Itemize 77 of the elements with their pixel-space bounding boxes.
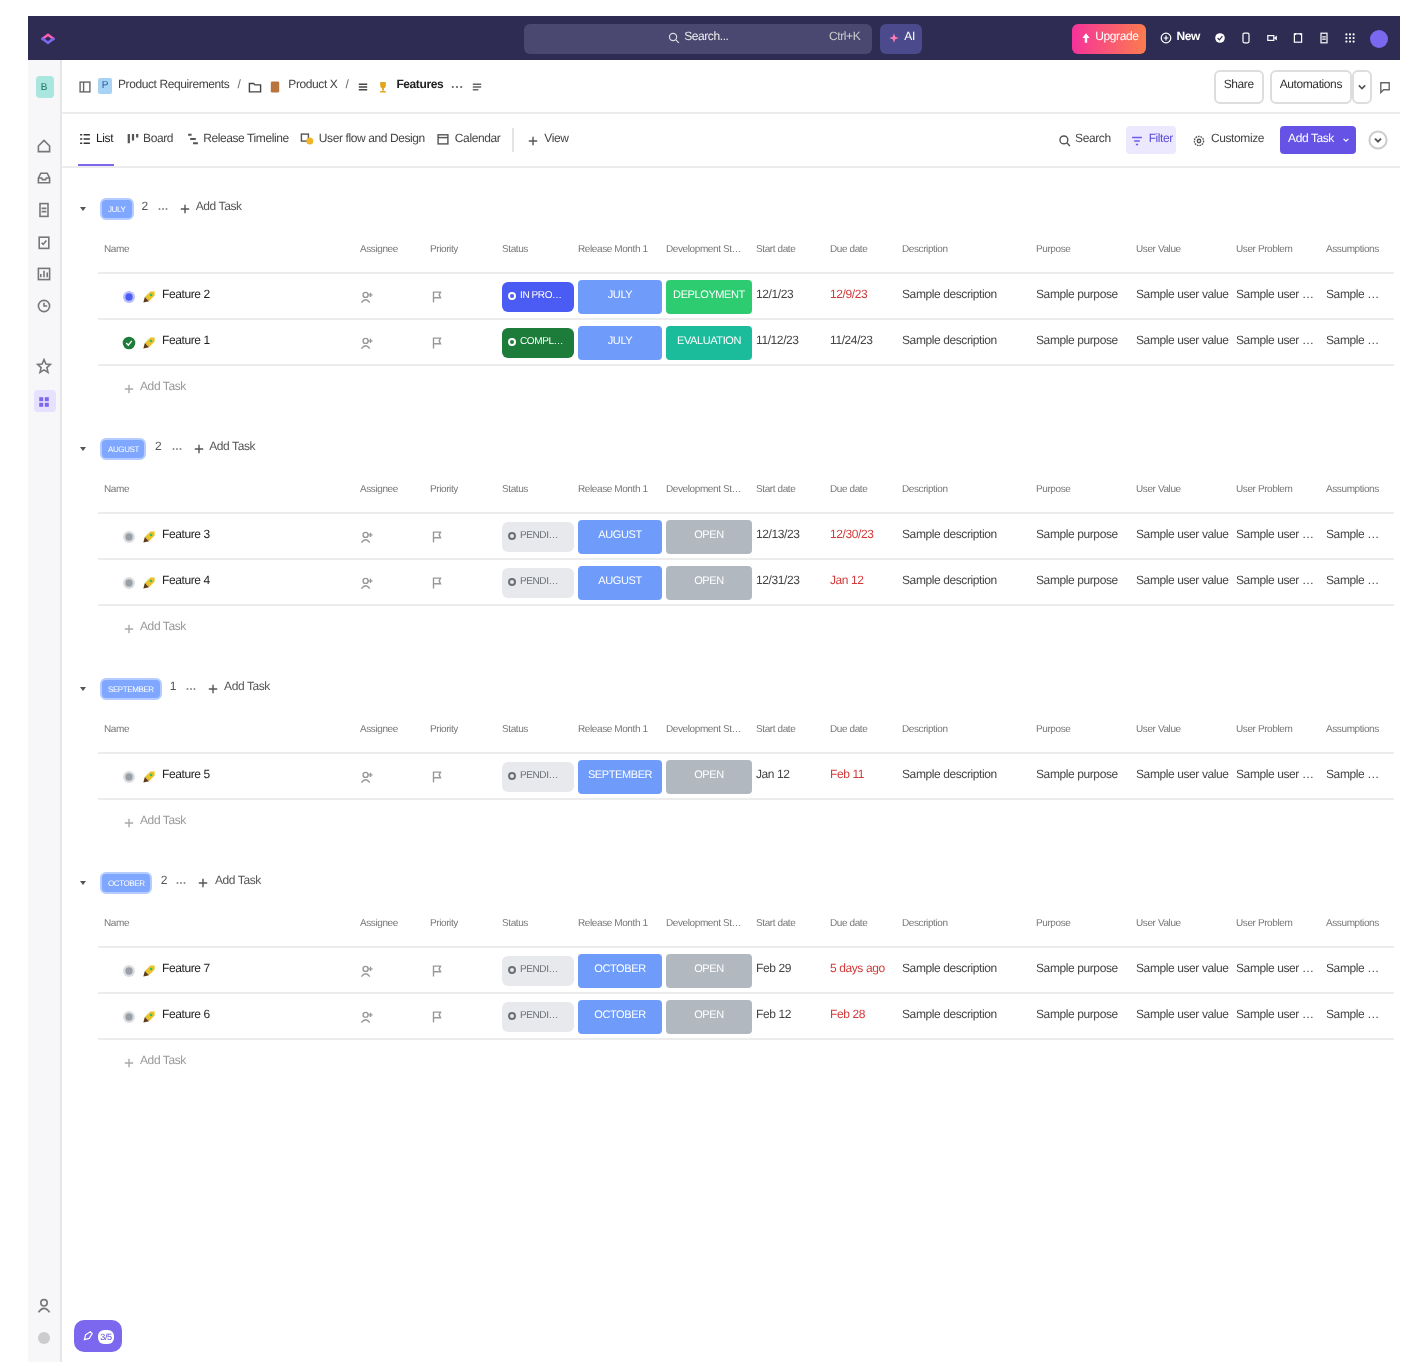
flag-icon[interactable] [430,529,444,543]
add-assignee-icon[interactable] [360,335,374,349]
flag-icon[interactable] [430,575,444,589]
add-assignee-icon[interactable] [360,769,374,783]
search-icon [668,32,681,44]
notepad-icon[interactable] [1318,32,1330,44]
status-circle-icon[interactable] [122,963,136,977]
list-icon [78,132,92,146]
add-assignee-icon[interactable] [360,289,374,303]
user-avatar[interactable] [1370,29,1388,47]
status-dot-icon [508,966,516,974]
list-icon [356,79,371,93]
apps-grid-icon[interactable] [1344,32,1356,44]
status-circle-icon[interactable] [122,769,136,783]
timeline-icon [185,132,200,146]
plus-icon [526,133,541,147]
status-dot-icon [508,1012,516,1020]
book-icon [268,79,283,93]
status-dot-icon [508,292,516,300]
arrow-up-icon [1079,32,1092,44]
status-circle-icon[interactable] [122,529,136,543]
calendar-icon[interactable] [1292,32,1304,44]
add-assignee-icon[interactable] [360,1009,374,1023]
plus-circle-icon [1160,32,1173,44]
star-icon[interactable] [36,358,52,374]
flag-icon[interactable] [430,335,444,349]
flag-icon[interactable] [430,1009,444,1023]
home-icon[interactable] [36,138,52,154]
trophy-icon [376,79,391,93]
chevron-down-icon[interactable] [1368,130,1388,150]
plus-icon [122,621,136,635]
status-circle-icon[interactable] [122,1009,136,1023]
plus-icon [206,681,221,695]
plus-icon [196,875,211,889]
check-circle-icon[interactable] [122,335,136,349]
sparkle-icon [888,32,901,44]
app-logo-icon[interactable] [40,30,56,46]
settings-icon [1192,133,1207,147]
search-icon [1057,133,1072,147]
clock-icon[interactable] [36,298,52,314]
description-icon[interactable] [469,79,484,93]
dashboard-icon[interactable] [36,266,52,282]
inbox-icon[interactable] [36,170,52,186]
status-dot-icon [508,338,516,346]
plus-icon [122,1055,136,1069]
sidebar-toggle-icon[interactable] [78,79,92,93]
flag-icon[interactable] [430,289,444,303]
flag-icon[interactable] [430,963,444,977]
calendar-icon [436,132,451,146]
folder-icon [248,79,263,93]
flag-icon[interactable] [430,769,444,783]
status-dot-icon [508,772,516,780]
clipboard-icon[interactable] [36,234,52,250]
status-dot-icon [508,532,516,540]
collapse-caret-icon[interactable] [78,877,88,887]
add-assignee-icon[interactable] [360,963,374,977]
video-icon[interactable] [1266,32,1278,44]
person-icon[interactable] [36,1298,52,1314]
whiteboard-icon [300,132,315,146]
spaces-icon[interactable] [33,390,55,412]
chat-icon[interactable] [1378,79,1392,93]
add-assignee-icon[interactable] [360,529,374,543]
board-icon [125,132,140,146]
collapse-caret-icon[interactable] [78,683,88,693]
collapse-caret-icon[interactable] [78,203,88,213]
status-circle-icon[interactable] [122,289,136,303]
plus-icon [191,441,206,455]
check-circle-icon[interactable] [1214,32,1226,44]
plus-icon [177,201,192,215]
status-circle-icon[interactable] [122,575,136,589]
caret-icon[interactable] [1340,134,1352,146]
status-dot-icon [508,578,516,586]
plus-icon [122,381,136,395]
add-assignee-icon[interactable] [360,575,374,589]
plus-icon [122,815,136,829]
collapse-caret-icon[interactable] [78,443,88,453]
filter-icon [1130,133,1145,147]
